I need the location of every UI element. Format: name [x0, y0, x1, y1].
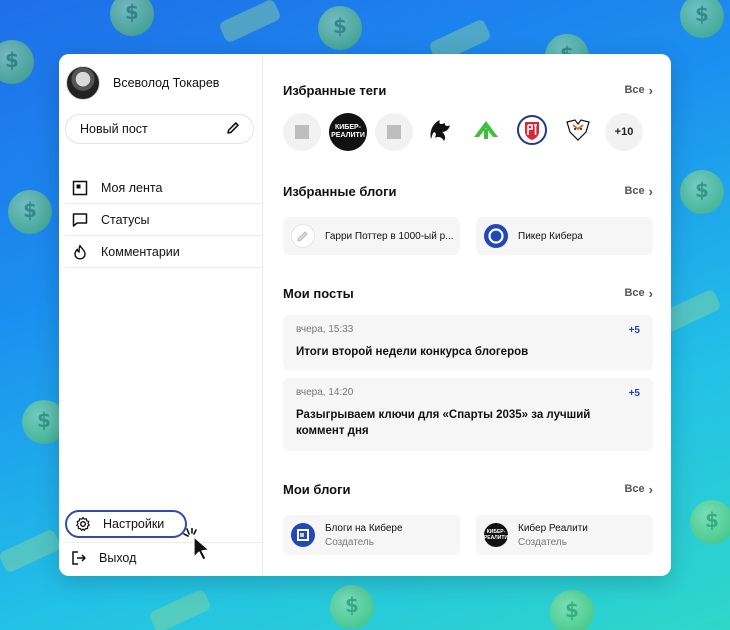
tag-item[interactable] — [375, 113, 413, 151]
more-tags-label: +10 — [614, 126, 634, 138]
money-face-emoji-icon — [330, 585, 374, 629]
main-content: Избранные теги Все › КИБЕР- РЕАЛИТИ +10 … — [263, 54, 671, 576]
feed-icon — [71, 179, 89, 197]
tag-item[interactable] — [559, 113, 597, 151]
section-title: Избранные блоги — [283, 183, 397, 199]
all-link-label: Все — [624, 84, 645, 96]
favorite-tags-section: Избранные теги Все › КИБЕР- РЕАЛИТИ +10 — [283, 81, 653, 151]
money-face-emoji-icon — [550, 590, 594, 630]
post-title: Разыгрываем ключи для «Спарты 2035» за л… — [296, 409, 591, 437]
money-bill-icon — [0, 528, 62, 574]
chevron-right-icon: › — [648, 285, 653, 301]
gear-icon — [75, 516, 91, 532]
money-face-emoji-icon — [680, 170, 724, 214]
new-post-button[interactable]: Новый пост — [65, 114, 254, 144]
logout-button[interactable]: Выход — [65, 542, 261, 572]
section-title: Мои блоги — [283, 481, 351, 497]
pencil-icon — [225, 120, 241, 139]
placeholder-icon — [295, 125, 309, 139]
profile-menu-card: Всеволод Токарев Новый пост Моя лента Ст… — [59, 54, 671, 576]
all-link-label: Все — [624, 185, 645, 197]
more-tags-button[interactable]: +10 — [605, 113, 643, 151]
blog-name: Блоги на Кибере — [325, 522, 403, 534]
virtus-pro-logo-icon — [563, 115, 593, 150]
sidebar-item-label: Статусы — [101, 212, 150, 227]
logout-label: Выход — [99, 550, 137, 565]
blue-circle-logo-icon — [484, 224, 508, 248]
blog-role: Создатель — [518, 536, 567, 548]
money-bill-icon — [148, 588, 212, 630]
all-link-label: Все — [624, 483, 645, 495]
money-face-emoji-icon — [318, 6, 362, 50]
post-time: вчера, 15:33 — [296, 324, 354, 335]
my-blogs-all-link[interactable]: Все › — [624, 482, 653, 497]
kiber-blue-logo-icon — [291, 523, 315, 547]
green-arrow-logo-icon — [471, 115, 501, 150]
sidebar-item-statuses[interactable]: Статусы — [65, 204, 261, 236]
money-face-emoji-icon — [110, 0, 154, 36]
chevron-right-icon: › — [648, 481, 653, 497]
section-title: Мои посты — [283, 285, 354, 301]
tag-item[interactable] — [467, 113, 505, 151]
new-post-label: Новый пост — [80, 122, 148, 136]
favorite-tags-all-link[interactable]: Все › — [624, 83, 653, 98]
user-profile[interactable]: Всеволод Токарев — [65, 60, 262, 106]
pencil-icon — [291, 224, 315, 248]
avatar — [66, 66, 100, 100]
post-time: вчера, 14:20 — [296, 387, 354, 398]
post-rating: +5 — [628, 388, 640, 399]
tag-item[interactable] — [421, 113, 459, 151]
blog-name: Кибер Реалити — [518, 522, 588, 534]
tag-item[interactable] — [283, 113, 321, 151]
post-rating: +5 — [628, 325, 640, 336]
shield-logo-icon — [516, 114, 548, 151]
sidebar-item-feed[interactable]: Моя лента — [65, 172, 261, 204]
blog-name: Гарри Поттер в 1000-ый р... — [325, 230, 454, 242]
post-title: Итоги второй недели конкурса блогеров — [296, 346, 529, 358]
kiber-realnost-logo: КИБЕР- РЕАЛИТИ — [331, 124, 365, 139]
tag-list: КИБЕР- РЕАЛИТИ +10 — [283, 113, 653, 151]
settings-button[interactable]: Настройки — [65, 510, 187, 538]
chevron-right-icon: › — [648, 82, 653, 98]
kiber-realnost-logo: КИБЕР- РЕАЛИТИ — [484, 523, 508, 547]
post-item[interactable]: вчера, 14:20 +5 Разыгрываем ключи для «С… — [283, 378, 653, 451]
tag-item[interactable] — [513, 113, 551, 151]
favorite-blog-item[interactable]: Гарри Поттер в 1000-ый р... — [283, 217, 460, 255]
my-posts-section: Мои посты Все › вчера, 15:33 +5 Итоги вто… — [283, 284, 653, 451]
sidebar-item-comments[interactable]: Комментарии — [65, 236, 261, 268]
mouse-cursor-icon — [183, 527, 217, 567]
user-name: Всеволод Токарев — [113, 76, 220, 90]
logout-icon — [71, 550, 87, 566]
sidebar-item-label: Моя лента — [101, 180, 163, 195]
section-title: Избранные теги — [283, 82, 387, 98]
money-face-emoji-icon — [690, 500, 730, 544]
favorite-blogs-all-link[interactable]: Все › — [624, 184, 653, 199]
my-blogs-section: Мои блоги Все › Блоги на Кибере Создатель… — [283, 480, 653, 555]
money-face-emoji-icon — [680, 0, 724, 38]
chevron-right-icon: › — [648, 183, 653, 199]
settings-label: Настройки — [103, 517, 165, 531]
blog-name: Пикер Кибера — [518, 230, 583, 242]
sidebar-item-label: Комментарии — [101, 244, 180, 259]
money-bill-icon — [218, 0, 282, 44]
money-face-emoji-icon — [0, 40, 34, 84]
all-link-label: Все — [624, 287, 645, 299]
tag-item[interactable]: КИБЕР- РЕАЛИТИ — [329, 113, 367, 151]
post-item[interactable]: вчера, 15:33 +5 Итоги второй недели конк… — [283, 315, 653, 370]
chat-icon — [71, 211, 89, 229]
my-blog-item[interactable]: Блоги на Кибере Создатель — [283, 515, 460, 555]
favorite-blog-item[interactable]: Пикер Кибера — [476, 217, 653, 255]
my-blog-item[interactable]: КИБЕР- РЕАЛИТИ Кибер Реалити Создатель — [476, 515, 653, 555]
money-face-emoji-icon — [8, 190, 52, 234]
sidebar-bottom: Настройки Выход — [65, 510, 261, 572]
dragon-logo-icon — [425, 115, 455, 150]
placeholder-icon — [387, 125, 401, 139]
sidebar-nav: Моя лента Статусы Комментарии — [65, 172, 262, 268]
sidebar: Всеволод Токарев Новый пост Моя лента Ст… — [59, 54, 263, 576]
favorite-blogs-section: Избранные блоги Все › Гарри Поттер в 1000… — [283, 182, 653, 255]
flame-icon — [71, 243, 89, 261]
my-posts-all-link[interactable]: Все › — [624, 286, 653, 301]
blog-role: Создатель — [325, 536, 374, 548]
